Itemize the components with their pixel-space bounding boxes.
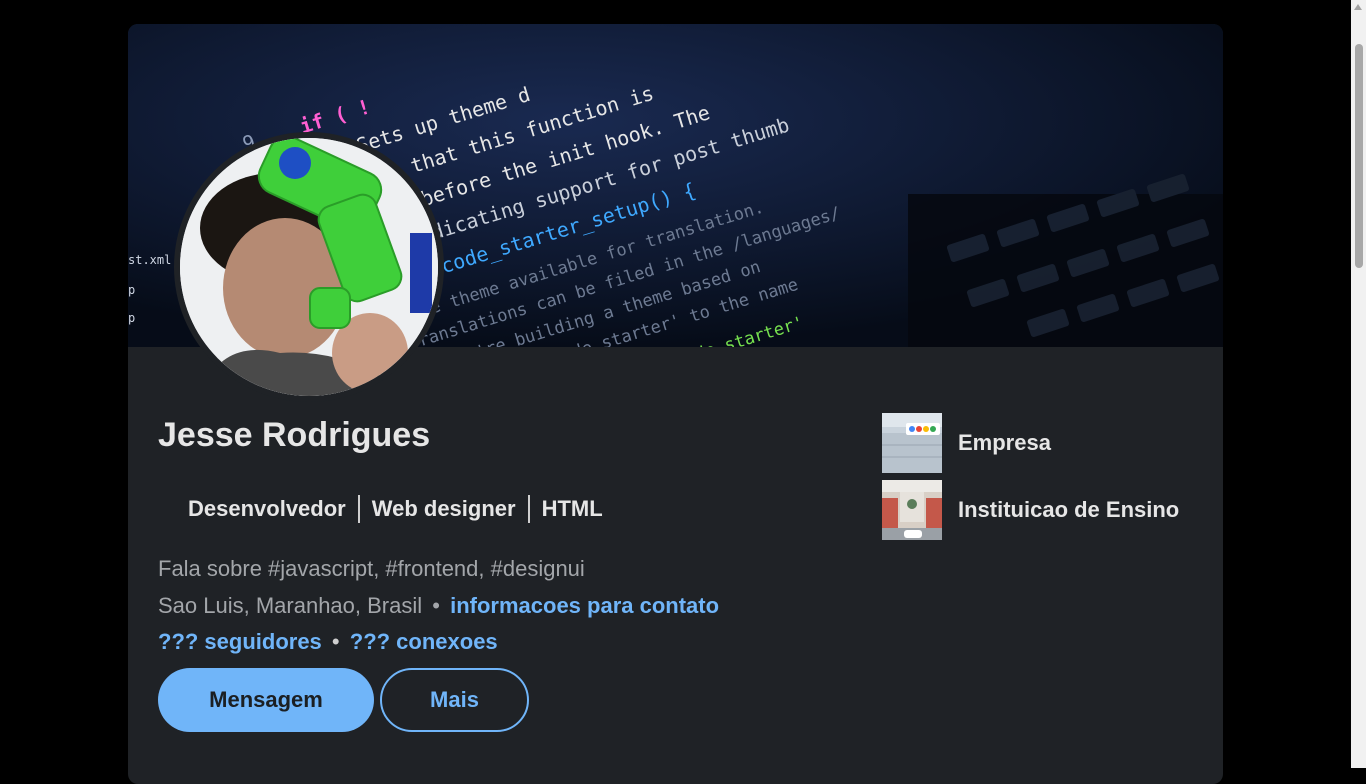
followers-link[interactable]: ??? seguidores: [158, 629, 322, 654]
message-button[interactable]: Mensagem: [158, 668, 374, 732]
profile-roles: Desenvolvedor Web designer HTML: [188, 495, 603, 523]
experience-school[interactable]: Instituicao de Ensino: [882, 480, 1179, 540]
avatar[interactable]: [174, 132, 444, 402]
role-divider: [357, 495, 360, 523]
more-button[interactable]: Mais: [380, 668, 529, 732]
role-web-designer: Web designer: [371, 496, 516, 521]
role-developer: Desenvolvedor: [188, 496, 346, 521]
separator-dot: •: [432, 593, 440, 618]
experience-company-label: Empresa: [958, 430, 1051, 455]
experience-school-label: Instituicao de Ensino: [958, 497, 1180, 522]
company-logo-icon: [882, 413, 942, 473]
separator-dot: •: [331, 629, 340, 654]
contact-info-link[interactable]: informacoes para contato: [450, 593, 719, 618]
profile-location: Sao Luis, Maranhao, Brasil: [158, 593, 423, 618]
scroll-up-arrow-icon[interactable]: [1354, 4, 1362, 10]
svg-text:p: p: [128, 283, 135, 297]
role-html: HTML: [541, 496, 603, 521]
profile-about: Fala sobre #javascript, #frontend, #desi…: [158, 556, 585, 581]
profile-location-row: Sao Luis, Maranhao, Brasil • informacoes…: [158, 593, 719, 619]
avatar-photo: [180, 138, 438, 396]
connections-link[interactable]: ??? conexoes: [350, 629, 498, 654]
school-logo-icon: [882, 480, 942, 540]
page-scrollbar[interactable]: [1351, 0, 1366, 768]
profile-card: 9 if ( ! 10 /** Sets up theme d 11 * Not…: [128, 24, 1223, 784]
profile-network-row: ??? seguidores • ??? conexoes: [158, 629, 498, 655]
profile-name: Jesse Rodrigues: [158, 416, 431, 454]
experience-company[interactable]: Empresa: [882, 413, 1051, 473]
svg-text:p: p: [128, 311, 135, 325]
scroll-thumb[interactable]: [1355, 44, 1363, 268]
role-divider: [527, 495, 530, 523]
svg-text:st.xml: st.xml: [128, 253, 171, 267]
